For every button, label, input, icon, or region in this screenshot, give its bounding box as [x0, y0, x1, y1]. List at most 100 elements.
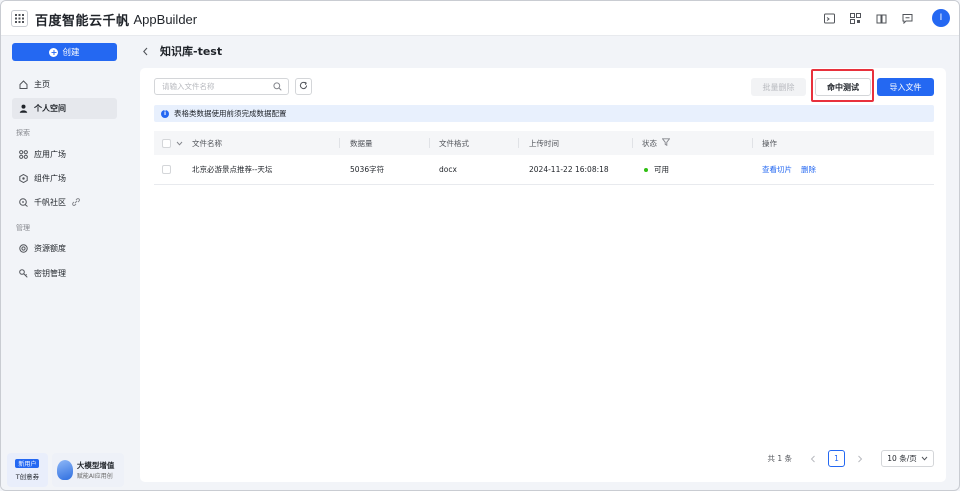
sidebar-item-label: 资源额度 [34, 244, 66, 253]
pagination-total: 共 1 条 [767, 454, 792, 463]
column-divider [429, 138, 430, 148]
column-divider [518, 138, 519, 148]
back-arrow-icon[interactable] [140, 46, 150, 56]
column-divider [752, 138, 753, 148]
brand-name-cn: 百度智能云千帆 [35, 13, 130, 29]
page-size-select[interactable]: 10 条/页 [881, 450, 934, 467]
row-checkbox[interactable] [162, 155, 171, 184]
column-header-file-name: 文件名称 [192, 138, 222, 148]
table-header: 文件名称 数据量 文件格式 上传时间 状态 操作 [154, 131, 934, 155]
sidebar-item-label: 应用广场 [34, 150, 66, 159]
cell-upload-time: 2024-11-22 16:08:18 [529, 165, 609, 174]
promo-subtitle: 赋能AI应用创 [76, 473, 113, 480]
column-header-status: 状态 [642, 131, 671, 155]
sidebar-item-community[interactable]: 千帆社区 [12, 192, 117, 213]
refresh-button[interactable] [295, 78, 312, 95]
sidebar-item-label: 千帆社区 [34, 198, 66, 207]
sidebar: + 创建 主页 个人空间 探索 应用广场 组件广场 千帆社区 管理 资源额度 密… [1, 37, 127, 490]
promo-banner[interactable]: 新用户 T创意券 大模型增值 赋能AI应用创 [7, 453, 124, 487]
search-icon[interactable] [273, 82, 282, 94]
search-box[interactable] [154, 78, 289, 95]
hit-test-button[interactable]: 命中测试 [815, 78, 871, 96]
status-dot-icon [644, 167, 648, 172]
sidebar-item-app-square[interactable]: 应用广场 [12, 144, 117, 165]
promo-logo-icon [56, 460, 73, 480]
checkbox[interactable] [162, 165, 171, 174]
column-divider [632, 138, 633, 148]
knowledge-base-panel: 批量删除 命中测试 导入文件 i 表格类数据使用前须完成数据配置 文件名称 数据… [140, 68, 946, 482]
pagination: 共 1 条 1 10 条/页 [767, 450, 934, 467]
page-size-value: 10 条/页 [887, 454, 917, 463]
promo-badge: 新用户 [15, 459, 40, 468]
app-grid-icon[interactable] [11, 10, 28, 27]
qrcode-icon[interactable] [849, 12, 861, 24]
sidebar-group-explore: 探索 [16, 129, 30, 137]
sidebar-item-label: 组件广场 [34, 174, 66, 183]
create-button[interactable]: + 创建 [12, 43, 117, 61]
sidebar-item-label: 主页 [34, 80, 50, 89]
message-icon[interactable] [901, 12, 913, 24]
search-input[interactable] [162, 82, 270, 91]
avatar[interactable]: I [932, 9, 950, 27]
view-slices-link[interactable]: 查看切片 [762, 164, 792, 175]
cell-file-name: 北京必游景点推荐--天坛 [192, 165, 273, 174]
cell-status: 可用 [644, 155, 669, 184]
cell-file-format: docx [439, 165, 457, 174]
select-all-checkbox[interactable] [162, 131, 183, 155]
sidebar-item-component-square[interactable]: 组件广场 [12, 168, 117, 189]
filter-icon[interactable] [661, 138, 671, 148]
column-header-actions: 操作 [762, 138, 777, 148]
book-icon[interactable] [875, 12, 887, 24]
refresh-icon [299, 81, 308, 93]
chevron-down-icon[interactable] [176, 139, 183, 148]
brand-name-en: AppBuilder [133, 11, 198, 27]
top-icon-group [823, 12, 913, 24]
import-file-button[interactable]: 导入文件 [877, 78, 934, 96]
app-window: 百度智能云千帆 AppBuilder I + 创建 主页 个人空间 探索 应用广… [0, 0, 960, 491]
component-icon [18, 174, 28, 184]
sidebar-item-personal-space[interactable]: 个人空间 [12, 98, 117, 119]
batch-delete-button[interactable]: 批量删除 [751, 78, 806, 96]
info-icon: i [161, 109, 169, 118]
status-badge: 可用 [654, 165, 669, 174]
prev-page-icon[interactable] [806, 452, 820, 466]
community-icon [18, 198, 28, 208]
chevron-down-icon [921, 454, 928, 463]
sidebar-item-key-management[interactable]: 密钥管理 [12, 263, 117, 284]
status-header-label: 状态 [642, 138, 657, 148]
page-number-current[interactable]: 1 [828, 450, 845, 467]
promo-card-model[interactable]: 大模型增值 赋能AI应用创 [51, 453, 124, 487]
sidebar-group-manage: 管理 [16, 224, 30, 232]
promo-coupon-text: T创意券 [15, 473, 40, 481]
home-icon [18, 80, 28, 90]
column-header-data-size: 数据量 [350, 138, 373, 148]
sidebar-item-resource-quota[interactable]: 资源额度 [12, 238, 117, 259]
file-table: 文件名称 数据量 文件格式 上传时间 状态 操作 北京必游景点推荐--天坛 50… [154, 131, 934, 185]
info-notice: i 表格类数据使用前须完成数据配置 [154, 105, 934, 122]
sidebar-item-label: 密钥管理 [34, 269, 66, 278]
promo-card-coupon[interactable]: 新用户 T创意券 [7, 453, 48, 487]
page-title: 知识库-test [160, 45, 223, 58]
cell-actions: 查看切片 删除 [762, 155, 825, 184]
resource-icon [18, 244, 28, 254]
sidebar-item-label: 个人空间 [34, 104, 66, 113]
brand-logo[interactable]: 百度智能云千帆 AppBuilder [35, 10, 198, 29]
apps-icon [18, 150, 28, 160]
plus-icon: + [49, 47, 59, 57]
page-header: 知识库-test [140, 43, 222, 59]
column-header-file-format: 文件格式 [439, 138, 469, 148]
next-page-icon[interactable] [853, 452, 867, 466]
cell-data-size: 5036字符 [350, 165, 385, 174]
external-link-icon [72, 197, 80, 208]
column-header-upload-time: 上传时间 [529, 138, 559, 148]
key-icon [18, 269, 28, 279]
table-row: 北京必游景点推荐--天坛 5036字符 docx 2024-11-22 16:0… [154, 155, 934, 185]
create-button-label: 创建 [62, 48, 80, 58]
user-icon [18, 104, 28, 114]
column-divider [339, 138, 340, 148]
checkbox[interactable] [162, 138, 171, 148]
terminal-icon[interactable] [823, 12, 835, 24]
notice-text: 表格类数据使用前须完成数据配置 [174, 109, 287, 118]
sidebar-item-home[interactable]: 主页 [12, 74, 117, 95]
delete-link[interactable]: 删除 [801, 164, 816, 175]
